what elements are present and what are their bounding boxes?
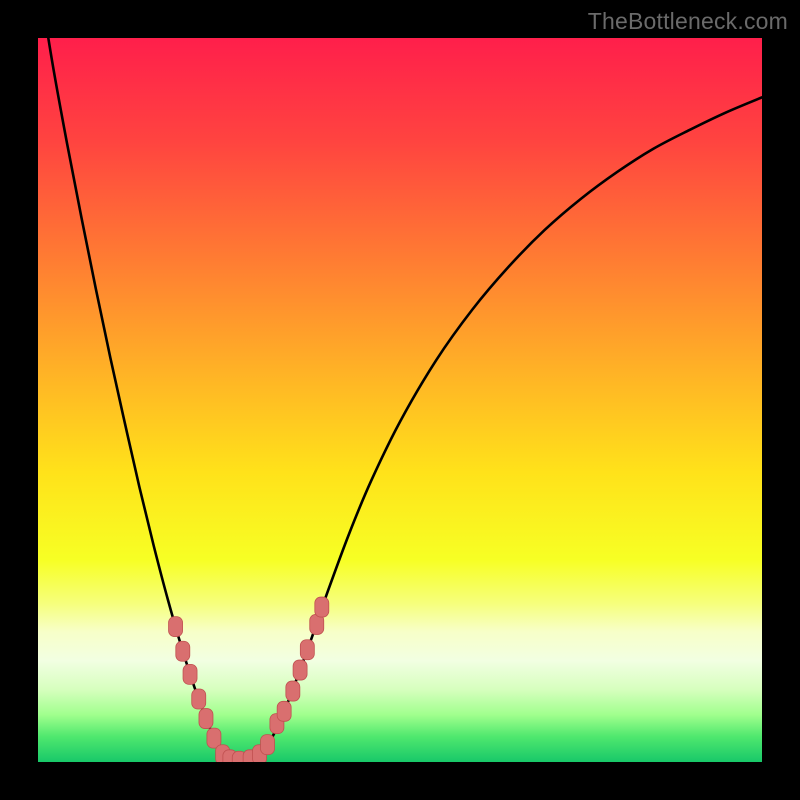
curve-marker [277, 701, 291, 721]
curve-marker [176, 641, 190, 661]
curve-marker [199, 709, 213, 729]
curve-marker [169, 617, 183, 637]
curve-marker [315, 597, 329, 617]
curve-marker [192, 689, 206, 709]
curve-marker [293, 660, 307, 680]
curve-marker [183, 664, 197, 684]
curve-markers [169, 597, 329, 762]
chart-frame: TheBottleneck.com [0, 0, 800, 800]
curve-marker [261, 735, 275, 755]
plot-area [38, 38, 762, 762]
watermark-text: TheBottleneck.com [588, 8, 788, 35]
curve-layer [38, 38, 762, 762]
curve-marker [286, 681, 300, 701]
curve-marker [300, 640, 314, 660]
bottleneck-curve [38, 38, 762, 762]
